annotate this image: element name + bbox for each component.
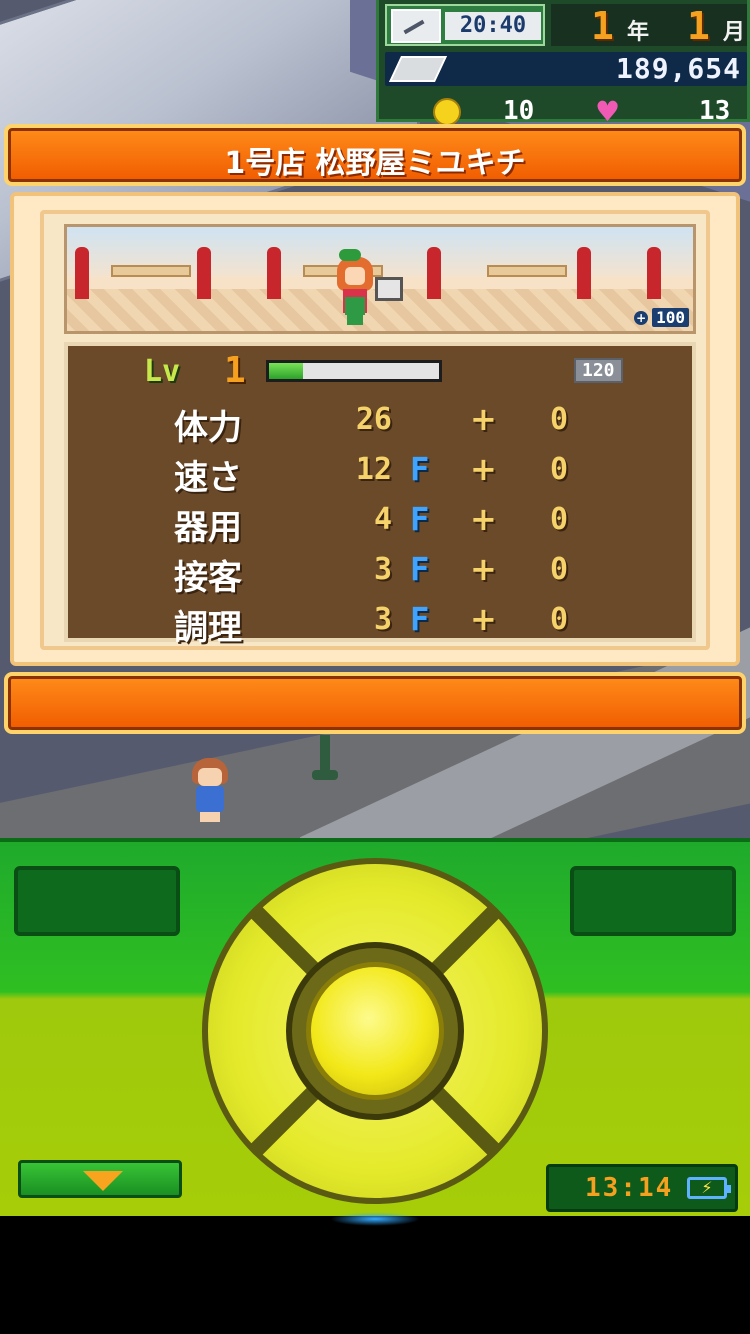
street-lamp [320,735,330,775]
stat-value: 12 [355,452,392,487]
month-unit: 月 [723,20,746,45]
year-unit: 年 [627,20,650,45]
staff-character [333,249,377,325]
stat-bonus: 0 [550,552,569,587]
stat-row-dexterity: 器用 4 F + 0 [68,496,692,548]
center-button[interactable] [306,962,444,1100]
stat-rank: F [410,450,430,488]
stat-row-cooking: 調理 3 F + 0 [68,596,692,648]
chair [577,247,591,299]
street-lamp-base [312,770,338,780]
year-value: 1 [591,4,614,48]
stat-value: 3 [373,602,392,637]
shopping-cart [375,277,403,301]
game-clock: 20:40 [385,4,545,46]
controller-pad: 13:14 ⚡ [0,838,750,1216]
stat-rank: F [410,550,430,588]
dialog-title: 1号店 松野屋ミユキチ [224,146,526,181]
clock-icon [391,9,441,43]
money-display: 189,654 [385,52,747,86]
stat-plus: + [470,550,497,588]
heart-icon: ♥ [595,95,621,128]
table [111,265,191,277]
plus-icon: + [634,310,649,325]
customer-character[interactable] [188,758,232,822]
date-display: 1 年 1 月 [551,4,747,48]
charging-battery-icon: ⚡ [687,1177,731,1199]
stats-panel: Lv 1 120 体力 26 + 0 速さ 12 F + 0 器用 4 F + … [64,342,696,648]
stat-bonus: 0 [550,502,569,537]
stat-plus: + [470,400,497,438]
game-time: 20:40 [445,12,541,40]
stat-plus: + [470,500,497,538]
exp-max: 120 [574,358,623,383]
staff-detail-panel: + 100 Lv 1 120 体力 26 + 0 速さ 12 F + 0 器用 … [10,192,740,666]
stat-row-speed: 速さ 12 F + 0 [68,446,692,498]
chair [267,247,281,299]
stat-name: 器用 [174,508,242,548]
heart-count: 13 [699,96,731,126]
staff-detail-inner: + 100 Lv 1 120 体力 26 + 0 速さ 12 F + 0 器用 … [40,210,710,650]
stat-bonus: 0 [550,402,569,437]
table [487,265,567,277]
level-value: 1 [224,350,246,391]
coin-icon [433,98,461,126]
status-hud: 20:40 1 年 1 月 189,654 10 ♥ 13 [376,0,750,126]
stat-name: 速さ [174,458,242,498]
chair [75,247,89,299]
coin-count: 10 [503,96,535,126]
glow-indicator [330,1212,420,1226]
stat-plus: + [470,450,497,488]
resource-row: 10 ♥ 13 [403,92,747,126]
stat-rank: F [410,600,430,638]
stat-name: 体力 [174,408,242,448]
menu-toggle-button[interactable] [18,1160,182,1198]
scene-bonus-value: 100 [652,308,689,327]
level-label: Lv [144,354,181,389]
chair [647,247,661,299]
stat-row-stamina: 体力 26 + 0 [68,396,692,448]
staff-scene: + 100 [64,224,696,334]
exp-bar [266,360,442,382]
money-bills-icon [388,56,448,82]
left-soft-button[interactable] [14,866,180,936]
stat-rank: F [410,500,430,538]
stat-value: 4 [373,502,392,537]
stat-bonus: 0 [550,602,569,637]
chair [197,247,211,299]
device-status: 13:14 ⚡ [546,1164,738,1212]
right-soft-button[interactable] [570,866,736,936]
device-clock: 13:14 [585,1173,674,1203]
stat-name: 接客 [174,558,242,598]
stat-row-service: 接客 3 F + 0 [68,546,692,598]
month-value: 1 [687,4,710,48]
dialog-footer-bar[interactable] [4,672,746,734]
money-value: 189,654 [615,52,741,85]
stat-plus: + [470,600,497,638]
dialog-title-bar: 1号店 松野屋ミユキチ [4,124,746,186]
chair [427,247,441,299]
down-triangle-icon [83,1171,123,1191]
stat-value: 26 [355,402,392,437]
exp-bar-fill [269,363,303,379]
stat-bonus: 0 [550,452,569,487]
scene-bonus-badge: + 100 [634,308,689,327]
stat-name: 調理 [174,608,242,648]
dpad[interactable] [202,858,548,1204]
stat-value: 3 [373,552,392,587]
